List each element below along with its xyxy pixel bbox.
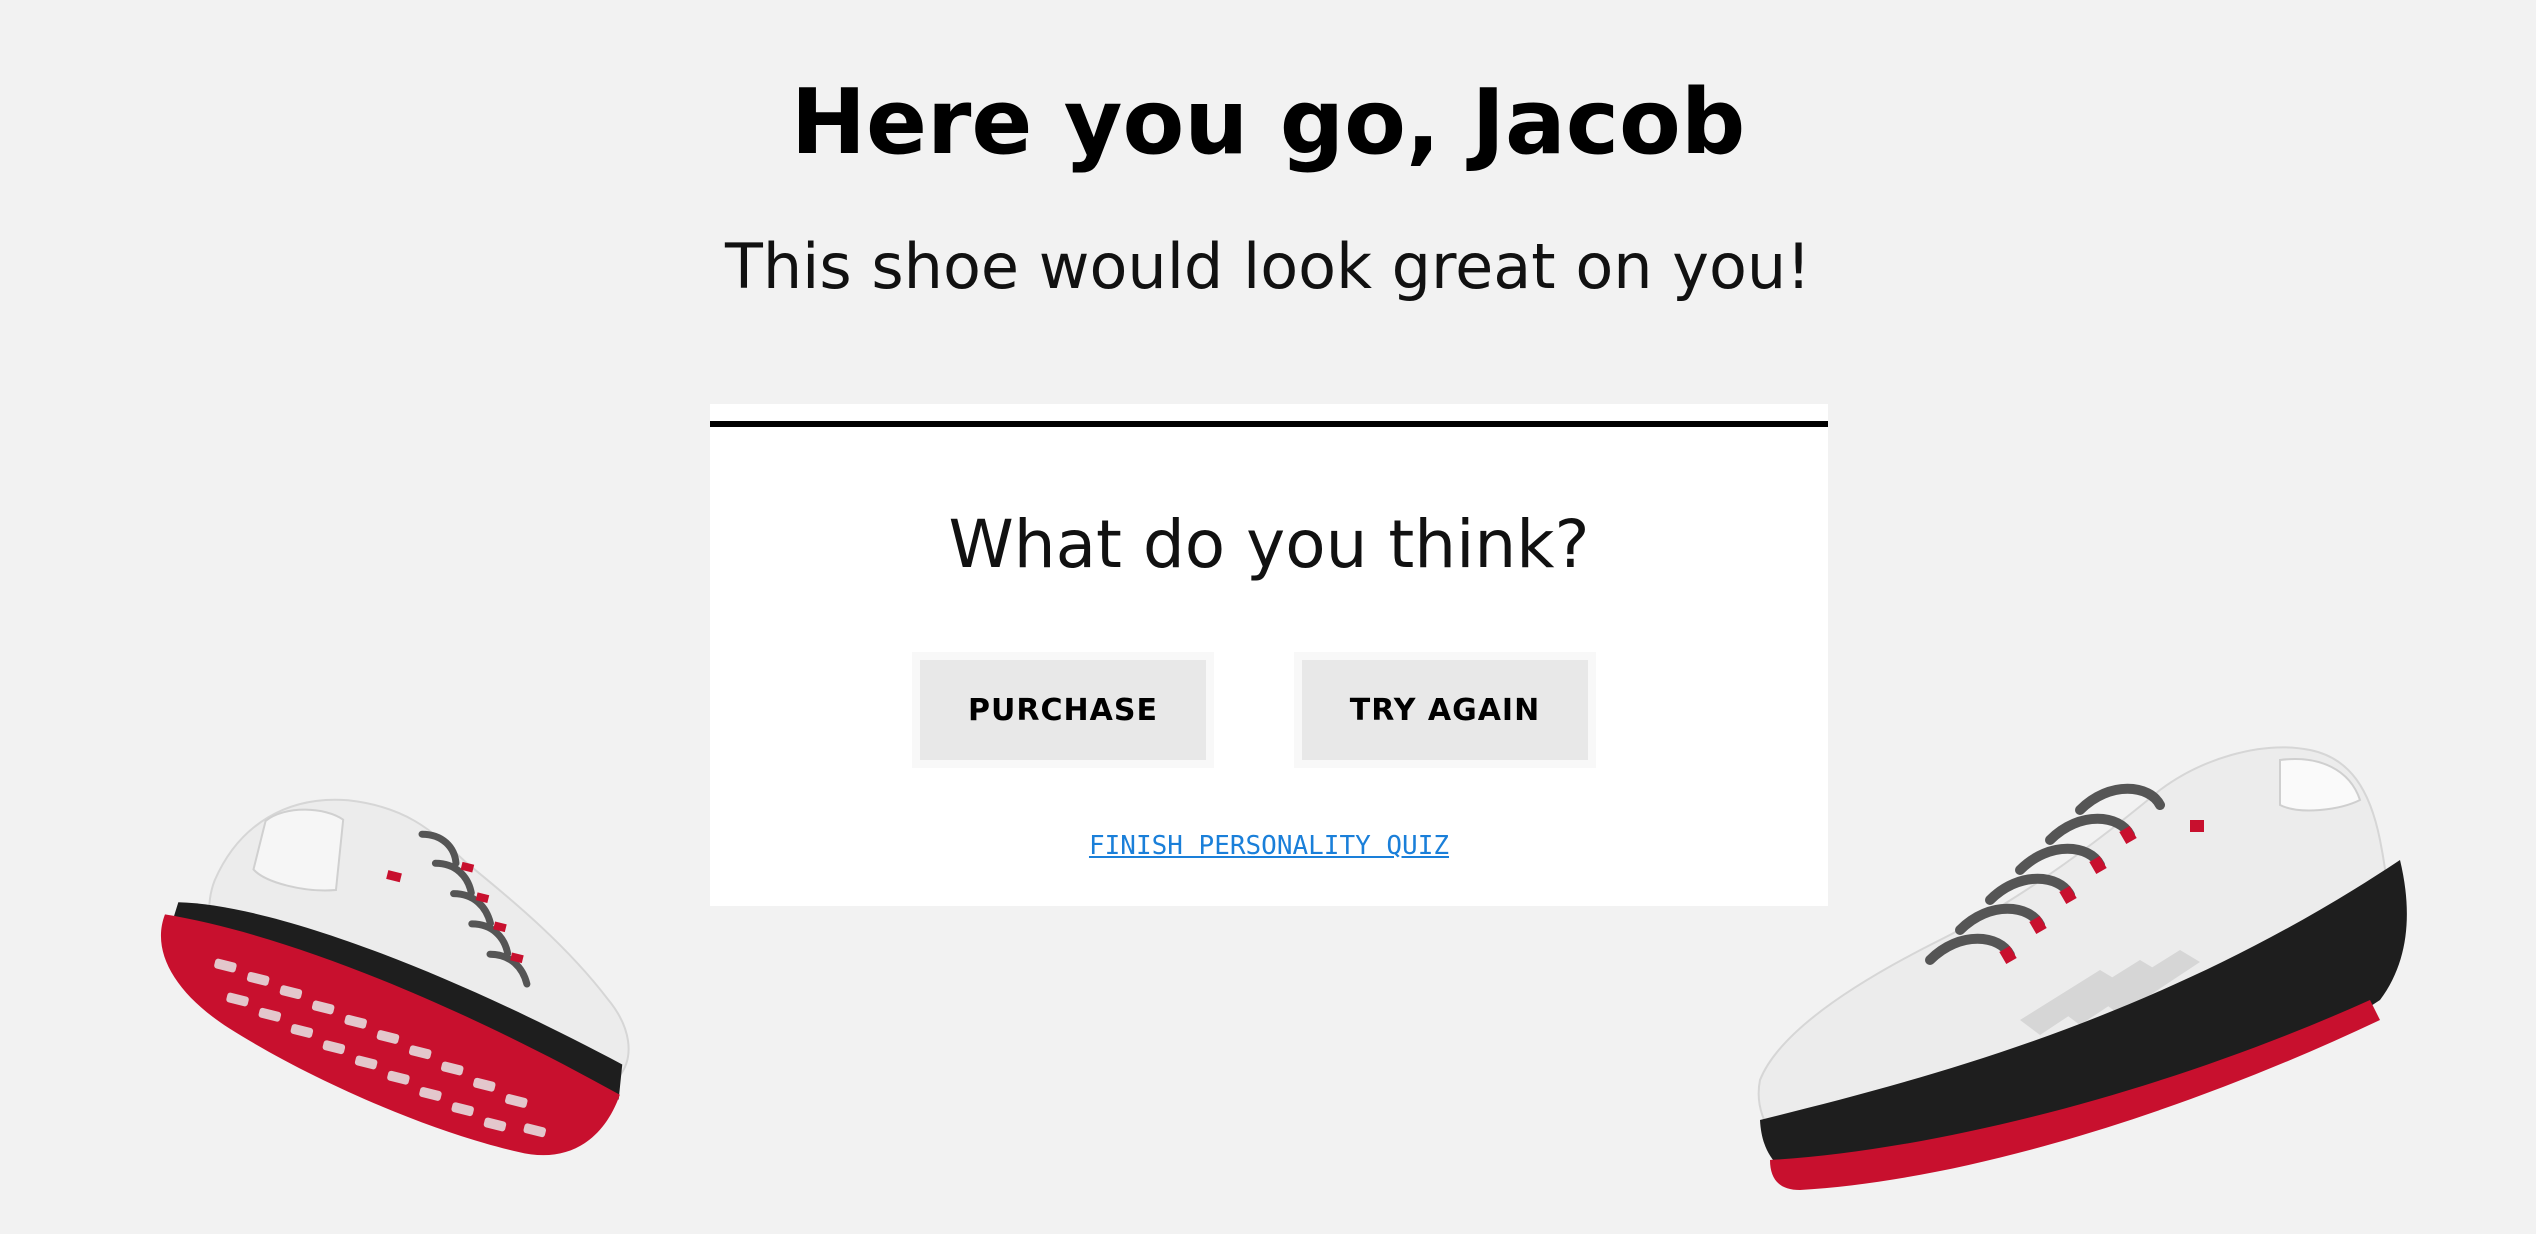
card-question: What do you think? (948, 506, 1590, 583)
try-again-button[interactable]: TRY AGAIN (1302, 660, 1588, 760)
shoe-side-view-image (1757, 746, 2407, 1190)
feedback-card: What do you think? PURCHASE TRY AGAIN FI… (710, 404, 1828, 906)
shoe-sole-view-image (161, 798, 630, 1156)
page-subtitle: This shoe would look great on you! (724, 230, 1812, 303)
card-top-rule (710, 421, 1828, 427)
finish-personality-quiz-link[interactable]: FINISH PERSONALITY QUIZ (710, 828, 1828, 864)
shoe-collar (2279, 758, 2362, 812)
purchase-button[interactable]: PURCHASE (920, 660, 1206, 760)
page-title: Here you go, Jacob (790, 70, 1746, 175)
